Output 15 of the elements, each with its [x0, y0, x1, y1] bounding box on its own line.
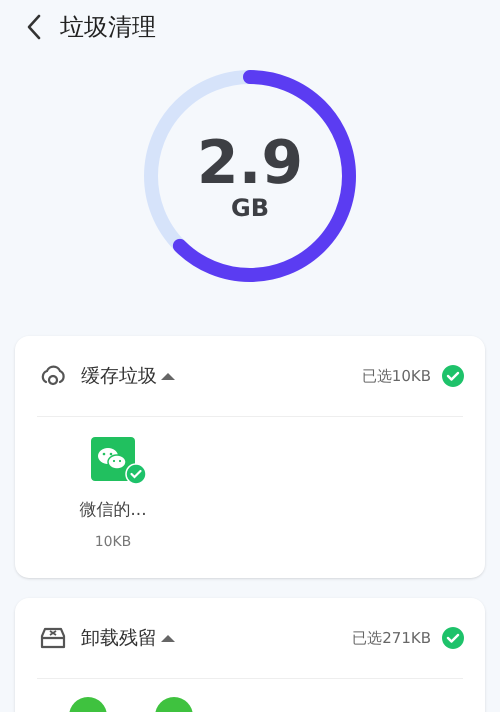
section-checkbox[interactable]: [441, 626, 465, 650]
page-title: 垃圾清理: [60, 12, 156, 43]
app-name: 微信的...: [79, 499, 147, 521]
junk-size-value: 2.9: [196, 132, 304, 194]
selected-size: 已选271KB: [352, 628, 431, 649]
cloud-icon: [39, 365, 67, 387]
section-toggle[interactable]: 缓存垃圾: [81, 362, 175, 390]
section-toggle[interactable]: 卸载残留: [81, 624, 175, 652]
chat-app-icon[interactable]: [91, 437, 135, 481]
item-checkbox[interactable]: [125, 463, 147, 485]
tray-icon: [39, 626, 67, 650]
selected-size: 已选10KB: [362, 366, 431, 387]
section-checkbox[interactable]: [441, 364, 465, 388]
junk-size-unit: GB: [231, 194, 269, 222]
app-size: 10KB: [94, 533, 132, 551]
